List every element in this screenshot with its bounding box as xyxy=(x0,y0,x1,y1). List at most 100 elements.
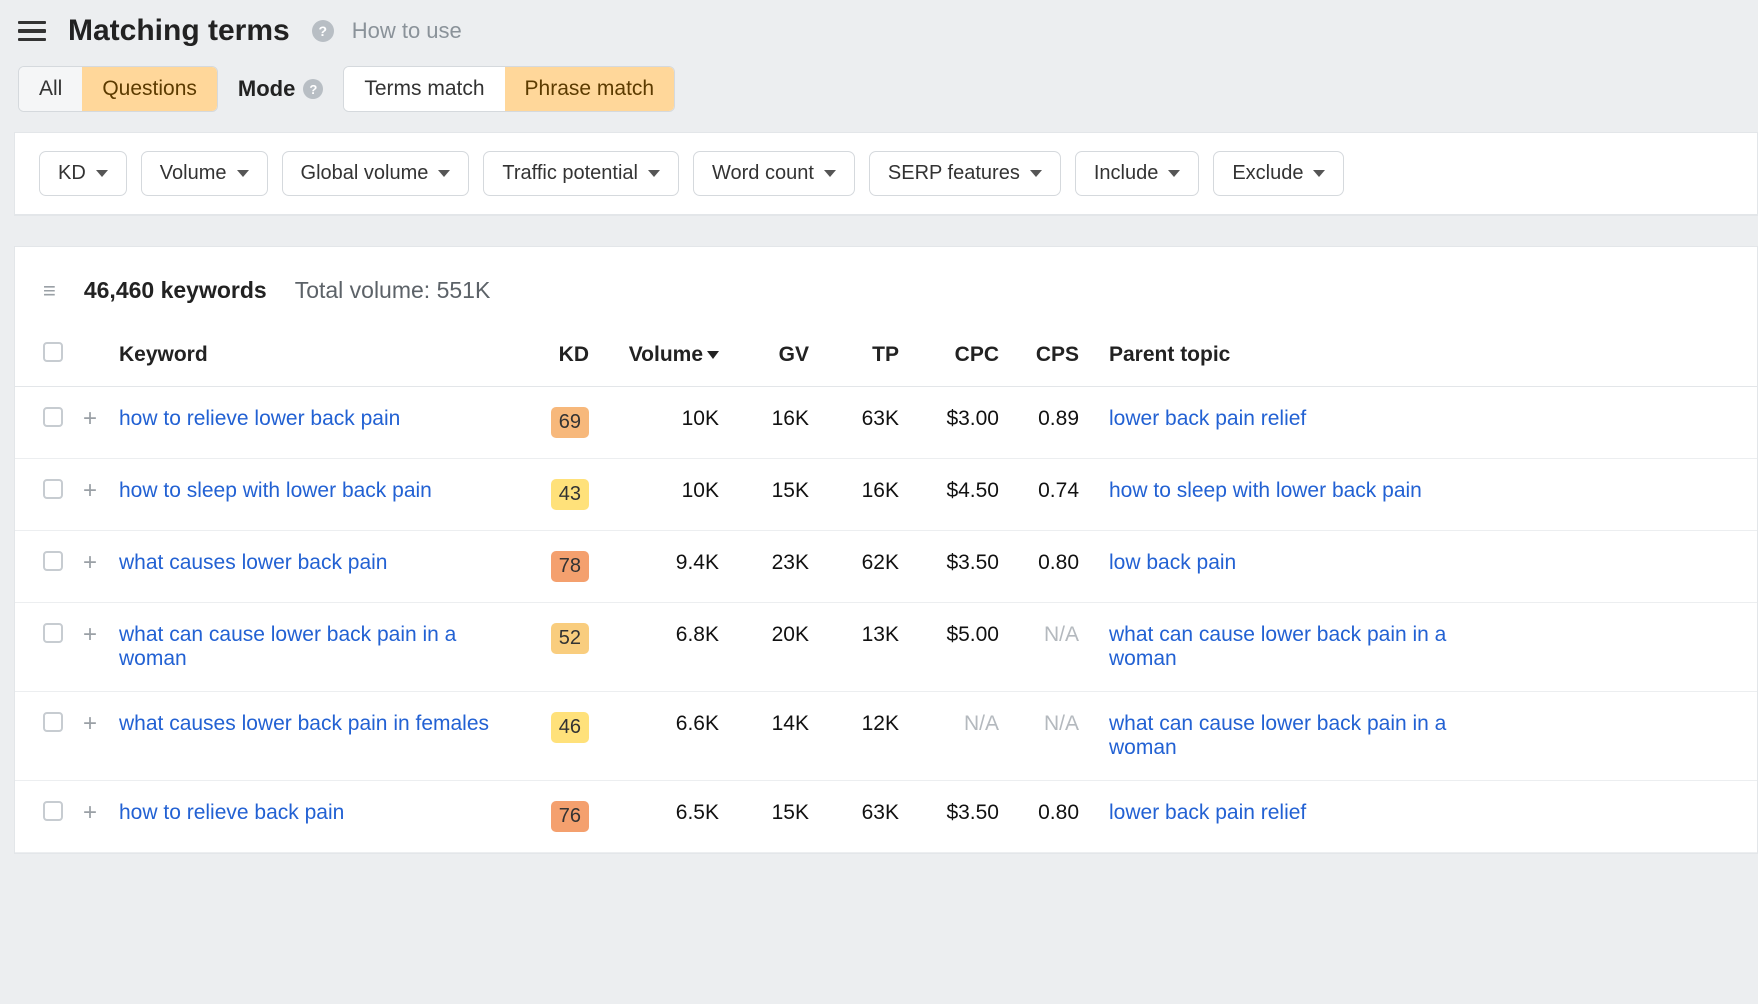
filter-word-count[interactable]: Word count xyxy=(693,151,855,196)
expand-icon[interactable]: + xyxy=(83,799,97,826)
col-cps[interactable]: CPS xyxy=(1009,324,1089,387)
keyword-link[interactable]: what causes lower back pain in females xyxy=(119,712,489,736)
gv-value: 15K xyxy=(772,479,809,502)
toggle-all[interactable]: All xyxy=(19,67,82,111)
filter-serp-features[interactable]: SERP features xyxy=(869,151,1061,196)
volume-value: 6.8K xyxy=(676,623,719,646)
keywords-table: Keyword KD Volume GV TP CPC CPS Parent t… xyxy=(15,324,1757,853)
mode-toggle: Terms match Phrase match xyxy=(343,66,675,112)
volume-value: 9.4K xyxy=(676,551,719,574)
row-checkbox[interactable] xyxy=(43,801,63,821)
volume-value: 6.5K xyxy=(676,801,719,824)
gv-value: 15K xyxy=(772,801,809,824)
page-title: Matching terms xyxy=(68,14,290,48)
total-volume: Total volume: 551K xyxy=(295,277,491,304)
col-kd[interactable]: KD xyxy=(529,324,599,387)
filter-volume[interactable]: Volume xyxy=(141,151,268,196)
keyword-link[interactable]: how to relieve lower back pain xyxy=(119,407,400,431)
volume-value: 6.6K xyxy=(676,712,719,735)
row-checkbox[interactable] xyxy=(43,712,63,732)
chevron-down-icon xyxy=(648,170,660,177)
kd-badge: 43 xyxy=(551,479,589,510)
keyword-count: 46,460 keywords xyxy=(84,277,267,304)
col-parent-topic[interactable]: Parent topic xyxy=(1089,324,1757,387)
chevron-down-icon xyxy=(96,170,108,177)
cpc-value: $4.50 xyxy=(946,479,999,502)
col-tp[interactable]: TP xyxy=(819,324,909,387)
table-row: +what causes lower back pain789.4K23K62K… xyxy=(15,531,1757,603)
kd-badge: 52 xyxy=(551,623,589,654)
filter-exclude[interactable]: Exclude xyxy=(1213,151,1344,196)
volume-value: 10K xyxy=(682,407,719,430)
expand-icon[interactable]: + xyxy=(83,549,97,576)
row-checkbox[interactable] xyxy=(43,407,63,427)
sort-desc-icon xyxy=(707,351,719,359)
row-checkbox[interactable] xyxy=(43,479,63,499)
toggle-terms-match[interactable]: Terms match xyxy=(344,67,504,111)
filter-kd[interactable]: KD xyxy=(39,151,127,196)
how-to-use-link[interactable]: How to use xyxy=(352,18,462,44)
volume-value: 10K xyxy=(682,479,719,502)
toggle-phrase-match[interactable]: Phrase match xyxy=(505,67,675,111)
cps-value: 0.80 xyxy=(1038,551,1079,574)
cpc-value: $5.00 xyxy=(946,623,999,646)
cpc-value: $3.00 xyxy=(946,407,999,430)
list-icon[interactable]: ≡ xyxy=(43,278,56,304)
filter-include[interactable]: Include xyxy=(1075,151,1200,196)
expand-icon[interactable]: + xyxy=(83,710,97,737)
tp-value: 12K xyxy=(862,712,899,735)
toggle-questions[interactable]: Questions xyxy=(82,67,217,111)
tp-value: 62K xyxy=(862,551,899,574)
col-volume[interactable]: Volume xyxy=(599,324,729,387)
chevron-down-icon xyxy=(438,170,450,177)
select-all-checkbox[interactable] xyxy=(43,342,63,362)
cpc-value: $3.50 xyxy=(946,551,999,574)
row-checkbox[interactable] xyxy=(43,551,63,571)
kd-badge: 78 xyxy=(551,551,589,582)
mode-label: Mode ? xyxy=(238,76,323,102)
cps-value: 0.74 xyxy=(1038,479,1079,502)
filter-traffic-potential[interactable]: Traffic potential xyxy=(483,151,679,196)
table-row: + what can cause lower back pain in a wom… xyxy=(15,603,1757,692)
table-row: +how to relieve lower back pain6910K16K6… xyxy=(15,387,1757,459)
expand-icon[interactable]: + xyxy=(83,405,97,432)
filter-bar: KD Volume Global volume Traffic potential Wo… xyxy=(15,133,1757,215)
cps-value: N/A xyxy=(1044,623,1079,646)
expand-icon[interactable]: + xyxy=(83,621,97,648)
row-checkbox[interactable] xyxy=(43,623,63,643)
col-keyword[interactable]: Keyword xyxy=(109,324,529,387)
keyword-link[interactable]: how to sleep with lower back pain xyxy=(119,479,432,503)
help-icon[interactable]: ? xyxy=(312,20,334,42)
gv-value: 14K xyxy=(772,712,809,735)
expand-icon[interactable]: + xyxy=(83,477,97,504)
gv-value: 16K xyxy=(772,407,809,430)
col-cpc[interactable]: CPC xyxy=(909,324,1009,387)
chevron-down-icon xyxy=(1030,170,1042,177)
col-gv[interactable]: GV xyxy=(729,324,819,387)
cps-value: 0.89 xyxy=(1038,407,1079,430)
filter-global-volume[interactable]: Global volume xyxy=(282,151,470,196)
kd-badge: 69 xyxy=(551,407,589,438)
type-toggle: All Questions xyxy=(18,66,218,112)
chevron-down-icon xyxy=(1313,170,1325,177)
menu-icon[interactable] xyxy=(18,16,46,46)
table-row: +what causes lower back pain in females4… xyxy=(15,692,1757,781)
help-icon[interactable]: ? xyxy=(303,79,323,99)
chevron-down-icon xyxy=(1168,170,1180,177)
cps-value: N/A xyxy=(1044,712,1079,735)
keyword-link[interactable]: what causes lower back pain xyxy=(119,551,387,575)
parent-topic-link[interactable]: lower back pain relief xyxy=(1109,407,1306,431)
cpc-value: N/A xyxy=(964,712,999,735)
parent-topic-link[interactable]: what can cause lower back pain in a woma… xyxy=(1109,712,1459,760)
cpc-value: $3.50 xyxy=(946,801,999,824)
parent-topic-link[interactable]: what can cause lower back pain in a woma… xyxy=(1109,623,1459,671)
chevron-down-icon xyxy=(237,170,249,177)
table-row: +how to relieve back pain766.5K15K63K$3.… xyxy=(15,781,1757,853)
tp-value: 63K xyxy=(862,801,899,824)
parent-topic-link[interactable]: low back pain xyxy=(1109,551,1236,575)
keyword-link[interactable]: how to relieve back pain xyxy=(119,801,344,825)
keyword-link[interactable]: what can cause lower back pain in a woma… xyxy=(119,623,499,671)
table-row: + how to sleep with lower back pain 43 10K 1… xyxy=(15,459,1757,531)
parent-topic-link[interactable]: lower back pain relief xyxy=(1109,801,1306,825)
parent-topic-link[interactable]: how to sleep with lower back pain xyxy=(1109,479,1422,503)
